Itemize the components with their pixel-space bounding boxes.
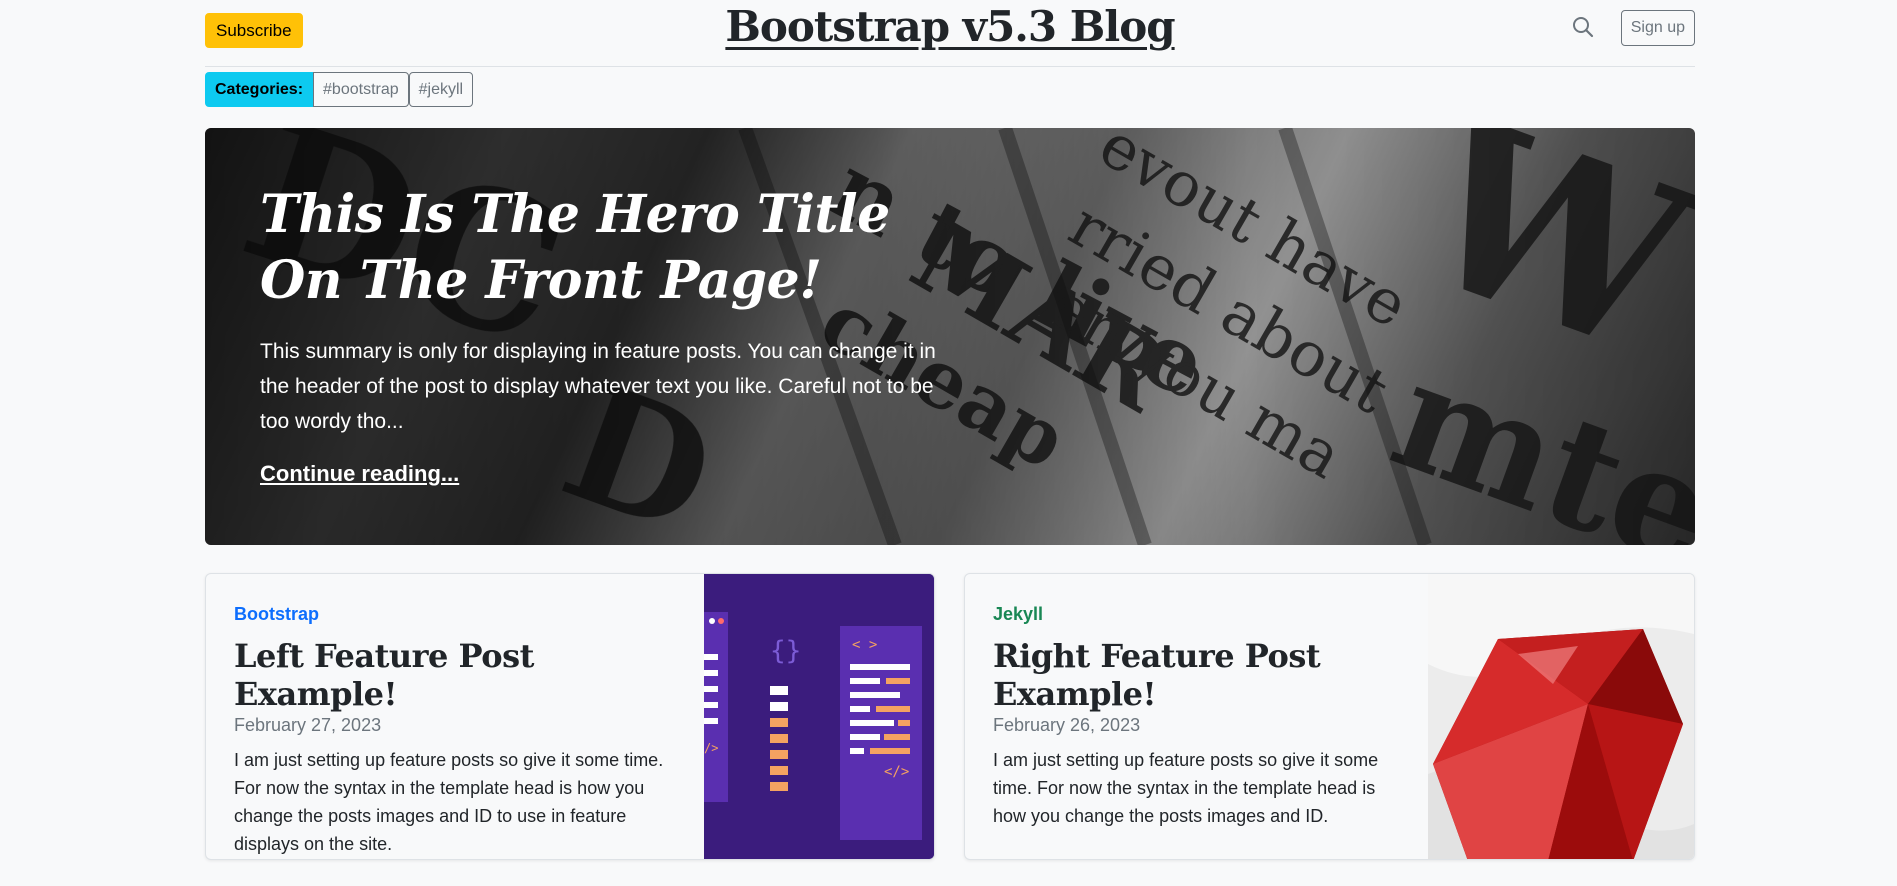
feature-card-right: Jekyll Right Feature Post Example! Febru…: [964, 573, 1695, 860]
feature-category: Jekyll: [993, 604, 1044, 624]
svg-text:</>: </>: [884, 764, 909, 780]
hero-banner: DC n to live MAR cheap evout have rried …: [205, 128, 1695, 545]
feature-excerpt: I am just setting up feature posts so gi…: [993, 750, 1379, 826]
hero-content: This Is The Hero Title On The Front Page…: [260, 182, 980, 487]
category-tag-bootstrap[interactable]: #bootstrap: [313, 72, 409, 107]
page-container: Subscribe Bootstrap v5.3 Blog Sign up Ca…: [205, 0, 1695, 860]
blog-title-link[interactable]: Bootstrap v5.3 Blog: [205, 2, 1695, 51]
search-icon[interactable]: [1572, 16, 1594, 38]
feature-card-left: Bootstrap Left Feature Post Example! Feb…: [205, 573, 935, 860]
feature-excerpt: I am just setting up feature posts so gi…: [234, 750, 664, 854]
feature-date: February 26, 2023: [993, 715, 1141, 735]
svg-text:/>: />: [704, 741, 718, 755]
feature-card-body: Bootstrap Left Feature Post Example! Feb…: [234, 604, 684, 858]
feature-title-link[interactable]: Left Feature Post Example!: [234, 637, 684, 713]
category-tag-jekyll[interactable]: #jekyll: [408, 72, 474, 107]
feature-card-body: Jekyll Right Feature Post Example! Febru…: [993, 604, 1413, 830]
hero-summary: This summary is only for displaying in f…: [260, 340, 936, 433]
categories-bar: Categories: #bootstrap #jekyll: [205, 72, 474, 107]
feature-date: February 27, 2023: [234, 715, 382, 735]
continue-reading-link[interactable]: Continue reading...: [260, 461, 459, 487]
svg-text:{}: {}: [770, 636, 801, 666]
ruby-gem-illustration-icon: [1428, 574, 1694, 859]
feature-title-link[interactable]: Right Feature Post Example!: [993, 637, 1413, 713]
code-editor-illustration-icon: /> {} < > </>: [704, 574, 934, 859]
feature-category: Bootstrap: [234, 604, 319, 624]
hero-title: This Is The Hero Title On The Front Page…: [260, 184, 890, 311]
signup-button[interactable]: Sign up: [1620, 10, 1695, 46]
svg-text:< >: < >: [852, 637, 877, 653]
site-header: Subscribe Bootstrap v5.3 Blog Sign up: [205, 0, 1695, 67]
categories-label: Categories:: [205, 72, 314, 107]
